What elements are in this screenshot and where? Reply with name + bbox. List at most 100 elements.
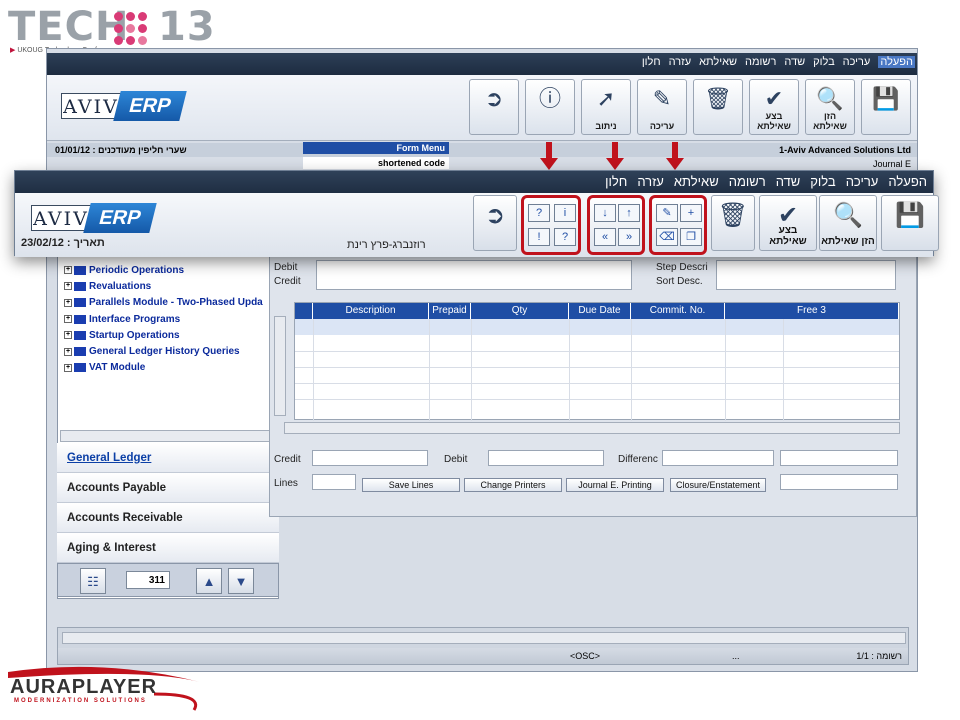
step-description-label: Step Descri [656,262,708,273]
step-sort-field[interactable] [716,260,896,290]
previous-block-icon[interactable]: ↑ [618,204,640,222]
difference-field[interactable] [662,450,774,466]
previous-record-icon[interactable]: « [594,228,616,246]
insert-record-icon[interactable]: + [680,204,702,222]
tree-item[interactable]: + General Ledger History Queries [64,343,263,359]
page-up-button[interactable]: ▲ [196,568,222,594]
pen-icon: ✎ [652,86,672,111]
module-aging-interest[interactable]: Aging & Interest [57,533,279,563]
module-accounts-receivable[interactable]: Accounts Receivable [57,503,279,533]
menu-item-run[interactable]: הפעלה [878,56,915,68]
expand-icon[interactable]: + [64,315,72,324]
menu-item-edit[interactable]: עריכה [843,56,871,68]
help-icon[interactable]: ? [554,228,576,246]
expand-icon[interactable]: + [64,347,72,356]
status-scrollbar[interactable] [62,632,906,644]
tree-horizontal-scrollbar[interactable] [60,430,276,442]
module-general-ledger[interactable]: General Ledger [57,443,279,473]
tree-item[interactable]: + Parallels Module - Two-Phased Upda [64,295,263,311]
overlay-menu-query[interactable]: שאילתא [674,174,719,189]
menu-item-help[interactable]: עזרה [669,56,691,68]
closure-enstatement-button[interactable]: Closure/Enstatement [670,478,766,492]
credit-total-field[interactable] [312,450,428,466]
overlay-menu-record[interactable]: רשומה [729,174,766,189]
overlay-exit-button[interactable]: ➲ [473,195,517,251]
menu-item-query[interactable]: שאילתא [699,56,737,68]
enter-query-button[interactable]: 🔍 הזן שאילתא [805,79,855,135]
save-button[interactable]: 💾 [861,79,911,135]
status-ellipsis: ... [732,651,740,661]
overlay-menu-window[interactable]: חלון [605,174,627,189]
overlay-menu-help[interactable]: עזרה [637,174,664,189]
expand-icon[interactable]: + [64,298,72,307]
next-record-icon[interactable]: » [618,228,640,246]
module-accounts-payable[interactable]: Accounts Payable [57,473,279,503]
overlay-menu-edit[interactable]: עריכה [846,174,879,189]
grid-col-line [783,319,784,421]
tree-item[interactable]: + VAT Module [64,360,263,376]
grid-col-line [313,319,314,421]
selected-row[interactable] [295,319,899,335]
overlay-enter-query-button[interactable]: 🔍 הזן שאילתא [819,195,877,251]
info-button[interactable]: ⓘ [525,79,575,135]
debit-total-field[interactable] [488,450,604,466]
extra-field[interactable] [780,450,898,466]
overlay-menu-run[interactable]: הפעלה [888,174,927,189]
overlay-menu-block[interactable]: בלוק [810,174,835,189]
col-description[interactable]: Description [313,303,429,319]
org-chart-button[interactable]: ☷ [80,568,106,594]
page-down-button[interactable]: ▼ [228,568,254,594]
edit-record-icon[interactable]: ✎ [656,204,678,222]
tree-item[interactable]: + Revaluations [64,278,263,294]
exit-button[interactable]: ➲ [469,79,519,135]
duplicate-record-icon[interactable]: ❐ [680,228,702,246]
grid-horizontal-scrollbar[interactable] [284,422,900,434]
expand-icon[interactable]: + [64,363,72,372]
navigation-group: ↓ ↑ « » [587,195,645,255]
aviv-erp-logo: AVIV ERP [61,89,189,125]
col-qty[interactable]: Qty [471,303,569,319]
journal-printing-button[interactable]: Journal E. Printing [566,478,664,492]
record-info-icon[interactable]: i [554,204,576,222]
display-error-icon[interactable]: ! [528,228,550,246]
shortened-code-item[interactable]: shortened code [303,157,449,169]
next-block-icon[interactable]: ↓ [594,204,616,222]
overlay-save-button[interactable]: 💾 [881,195,939,251]
journal-tab[interactable]: Journal E [873,159,911,169]
tree-item[interactable]: + Periodic Operations [64,262,263,278]
info-bar: 01/01/12 : שערי חליפין מעודכנים Form Men… [47,142,917,157]
execute-query-button[interactable]: ✔ בצע שאילתא [749,79,799,135]
delete-button[interactable]: 🗑 [693,79,743,135]
expand-icon[interactable]: + [64,282,72,291]
overlay-menu-field[interactable]: שדה [776,174,801,189]
menu-item-block[interactable]: בלוק [813,56,835,68]
expand-icon[interactable]: + [64,331,72,340]
closure-field[interactable] [780,474,898,490]
grid-vertical-scrollbar[interactable] [274,316,286,416]
col-prepaid[interactable]: Prepaid [429,303,471,319]
expand-icon[interactable]: + [64,266,72,275]
overlay-aviv-erp-logo: AVIV ERP [31,201,159,237]
change-printers-button[interactable]: Change Printers [464,478,562,492]
edit-button[interactable]: ✎ עריכה [637,79,687,135]
col-due-date[interactable]: Due Date [569,303,631,319]
page-number-field[interactable]: 311 [126,571,170,589]
navigate-button[interactable]: ➚ ניתוב [581,79,631,135]
menu-item-window[interactable]: חלון [642,56,661,68]
query-info-icon[interactable]: ? [528,204,550,222]
info-group: ? i ! ? [521,195,581,255]
overlay-delete-button[interactable]: 🗑 [711,195,755,251]
tree-item[interactable]: + Interface Programs [64,311,263,327]
form-menu-header[interactable]: Form Menu [303,142,449,154]
overlay-execute-query-button[interactable]: ✔ בצע שאילתא [759,195,817,251]
menu-item-field[interactable]: שדה [784,56,805,68]
col-commit-no[interactable]: Commit. No. [631,303,725,319]
menu-item-record[interactable]: רשומה [745,56,776,68]
col-free3[interactable]: Free 3 [725,303,899,319]
lines-field[interactable] [312,474,356,490]
save-lines-button[interactable]: Save Lines [362,478,460,492]
tree-item[interactable]: + Startup Operations [64,327,263,343]
debit-credit-field[interactable] [316,260,632,290]
clear-field-icon[interactable]: ⌫ [656,228,678,246]
module-tree: + Periodic Operations + Revaluations + Para… [64,262,263,376]
